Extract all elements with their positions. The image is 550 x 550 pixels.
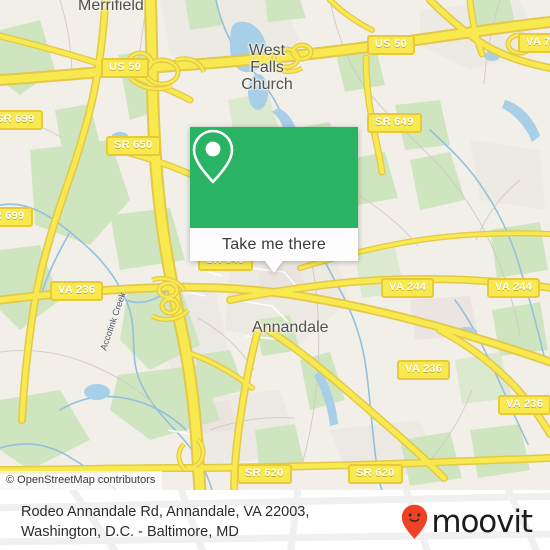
road-shield-sr-699-upper: SR 699 xyxy=(0,110,43,130)
road-shield-va-236-nw: VA 236 xyxy=(50,281,104,301)
popup-pointer xyxy=(265,261,283,273)
footer-address-line-2: Washington, D.C. - Baltimore, MD xyxy=(21,524,239,540)
road-shield-va-236-mid: VA 236 xyxy=(397,360,451,380)
popup-icon-panel xyxy=(190,127,358,228)
road-shield-sr-620-east: SR 620 xyxy=(348,464,403,484)
map-pin-icon xyxy=(192,129,234,184)
place-label-annandale: Annandale xyxy=(252,319,329,336)
moovit-pin-icon xyxy=(402,504,428,539)
take-me-there-button[interactable]: Take me there xyxy=(190,228,358,273)
moovit-wordmark: moovit xyxy=(431,503,533,540)
road-shield-va-244-east: VA 244 xyxy=(487,278,541,298)
map-canvas[interactable]: Merrifield West Falls Church Annandale A… xyxy=(0,0,550,490)
map-page: Merrifield West Falls Church Annandale A… xyxy=(0,0,550,550)
footer-address: Rodeo Annandale Rd, Annandale, VA 22003,… xyxy=(21,502,309,542)
road-shield-sr-649-east: SR 649 xyxy=(367,113,422,133)
osm-attribution[interactable]: © OpenStreetMap contributors xyxy=(0,471,163,490)
road-shield-sr-699-lower: SR 699 xyxy=(0,207,33,227)
moovit-logo[interactable]: moovit xyxy=(401,503,533,540)
road-shield-va-244-west: VA 244 xyxy=(381,278,435,298)
place-label-merrifield: Merrifield xyxy=(78,0,144,14)
take-me-there-label: Take me there xyxy=(222,235,326,253)
road-shield-sr-650: SR 650 xyxy=(106,136,161,156)
road-shield-us-50-east: US 50 xyxy=(367,35,416,55)
footer-address-line-1: Rodeo Annandale Rd, Annandale, VA 22003, xyxy=(21,504,310,520)
road-shield-va-7: VA 7 xyxy=(518,33,550,53)
road-shield-sr-620-west: SR 620 xyxy=(237,464,292,484)
road-shield-va-236-east: VA 236 xyxy=(498,395,550,415)
location-popup[interactable]: Take me there xyxy=(190,127,358,273)
footer-bar: Rodeo Annandale Rd, Annandale, VA 22003,… xyxy=(0,490,550,550)
place-label-west-falls-church: West Falls Church xyxy=(236,42,298,93)
road-shield-us-50-west: US 50 xyxy=(101,58,150,78)
place-label-west-falls-church-text: West Falls Church xyxy=(241,42,293,93)
